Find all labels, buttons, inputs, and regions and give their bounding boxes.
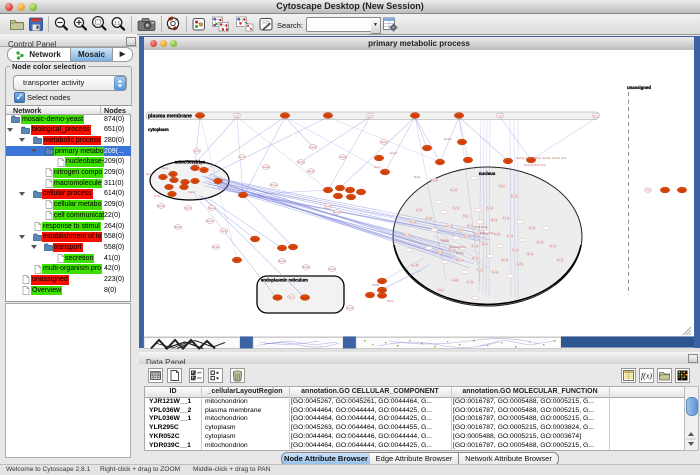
svg-text:Arp7p: Arp7p [404, 234, 411, 237]
svg-text:Rpo21: Rpo21 [450, 189, 458, 192]
svg-text:Hho1p: Hho1p [502, 217, 510, 220]
svg-text:Snf2p: Snf2p [416, 209, 423, 212]
svg-text:Rsc8p: Rsc8p [437, 251, 444, 254]
svg-text:Spt5p: Spt5p [464, 235, 471, 238]
svg-text:Sec24p, Sec23p, Sfb3p, Sec13p,: Sec24p, Sec23p, Sfb3p, Sec13p, Sec31p, E… [516, 157, 567, 160]
svg-text:Pho88: Pho88 [372, 284, 380, 287]
svg-text:Sth1p: Sth1p [487, 207, 494, 210]
svg-text:1:1: 1:1 [114, 21, 121, 26]
svg-text:Htb2p: Htb2p [491, 219, 498, 222]
svg-text:Akr1p: Akr1p [239, 156, 246, 159]
svg-text:Rtt10: Rtt10 [482, 243, 488, 246]
svg-text:Rpo21: Rpo21 [501, 259, 509, 262]
svg-text:1-s2: 1-s2 [498, 115, 503, 118]
svg-text:Spt5p: Spt5p [517, 263, 524, 266]
svg-text:Tfg1p: Tfg1p [511, 195, 518, 198]
svg-text:unassigned: unassigned [627, 85, 651, 90]
svg-text:Bet1p: Bet1p [414, 176, 421, 179]
svg-text:Sec6p: Sec6p [279, 260, 286, 263]
svg-text:Htz1p: Htz1p [467, 225, 474, 228]
svg-text:Sso2p: Sso2p [303, 266, 310, 269]
svg-text:Hfi1p: Hfi1p [463, 215, 469, 218]
svg-text:Gcn5p: Gcn5p [536, 241, 544, 244]
svg-text:Swi1p: Swi1p [494, 233, 501, 236]
svg-text:Nhp6a: Nhp6a [456, 259, 464, 262]
svg-text:Sec4p: Sec4p [298, 161, 305, 164]
svg-text:Ero1: Ero1 [289, 296, 295, 299]
svg-text:Swi1p: Swi1p [492, 271, 499, 274]
svg-text:Snf7p: Snf7p [194, 150, 201, 153]
svg-text:Htb2p: Htb2p [527, 253, 534, 256]
svg-text:Ypt7p: Ypt7p [325, 205, 332, 208]
svg-text:Rpl6a,Rpl7a: Rpl6a,Rpl7a [480, 232, 494, 235]
svg-text:Ada2p: Ada2p [452, 279, 460, 282]
svg-text:Sbh1p: Sbh1p [387, 300, 395, 303]
svg-text:f(x): f(x) [641, 372, 652, 381]
svg-text:Ssb1p: Ssb1p [175, 226, 182, 229]
svg-text:Tom7p: Tom7p [184, 207, 192, 210]
svg-text:Gcn5p: Gcn5p [466, 281, 474, 284]
svg-text:mitochondrion: mitochondrion [175, 160, 206, 165]
svg-text:Arp9p: Arp9p [472, 245, 479, 248]
svg-text:Nop1p: Nop1p [442, 240, 450, 243]
svg-text:endoplasmic reticulum: endoplasmic reticulum [261, 278, 308, 283]
svg-text:Mdm1p: Mdm1p [157, 205, 166, 208]
svg-text:Hfi1p: Hfi1p [438, 289, 444, 292]
svg-text:Atp1p: Atp1p [162, 167, 169, 170]
svg-text:Rsc8p: Rsc8p [412, 264, 419, 267]
svg-text:Ada2p: Ada2p [426, 217, 434, 220]
svg-text:Sec12: Sec12 [374, 166, 381, 169]
svg-text:Arp7p: Arp7p [446, 225, 453, 228]
svg-text:Yol1: Yol1 [646, 189, 651, 192]
svg-text:Atp2p: Atp2p [146, 173, 153, 176]
svg-text:cytoplasm: cytoplasm [148, 127, 169, 132]
svg-text:pm-a: pm-a [593, 115, 599, 118]
svg-text:Htz1p: Htz1p [557, 259, 564, 262]
svg-text:Rpl3p Rps2p: Rpl3p Rps2p [474, 226, 488, 229]
svg-text:Hta1p: Hta1p [512, 249, 519, 252]
svg-text:Arp9p: Arp9p [410, 221, 417, 224]
svg-text:Abf1p: Abf1p [529, 227, 536, 230]
svg-text:Spt7p: Spt7p [550, 245, 557, 248]
svg-text:Pma1p: Pma1p [212, 246, 220, 249]
svg-text:Vam3p: Vam3p [333, 211, 341, 214]
svg-text:Fks1p: Fks1p [308, 170, 315, 173]
svg-text:Cdc4p: Cdc4p [221, 230, 229, 233]
svg-text:Hsp7p: Hsp7p [207, 220, 215, 223]
svg-text:1-s2: 1-s2 [235, 115, 240, 118]
svg-text:plasma membrane: plasma membrane [148, 114, 192, 120]
svg-text:Vma4p: Vma4p [262, 166, 270, 169]
svg-text:Rpb2p: Rpb2p [430, 179, 438, 182]
svg-text:Rps11a Rpl16a: Rps11a Rpl16a [449, 246, 466, 249]
svg-text:Chs3p: Chs3p [340, 156, 348, 159]
svg-text:Sec1p: Sec1p [347, 307, 354, 310]
svg-text:Cox4p: Cox4p [188, 191, 196, 194]
svg-text:Sar1p Sec16p Yip3p: Sar1p Sec16p Yip3p [524, 164, 546, 167]
svg-text:Kar2p: Kar2p [381, 141, 388, 144]
svg-text:nucleus: nucleus [479, 171, 496, 176]
svg-text:Snf2p: Snf2p [507, 235, 514, 238]
svg-text:Taf1p: Taf1p [499, 185, 506, 188]
svg-text:Spt7p: Spt7p [453, 207, 460, 210]
svg-text:Qcr2p: Qcr2p [154, 195, 161, 198]
svg-text:Rtt10: Rtt10 [457, 229, 463, 232]
svg-text:Snc1p: Snc1p [329, 268, 336, 271]
svg-text:Abf1p: Abf1p [472, 257, 479, 260]
svg-text:1-s2: 1-s2 [368, 115, 373, 118]
svg-text:Tfg1p: Tfg1p [477, 269, 484, 272]
svg-text:Rho1p: Rho1p [270, 184, 278, 187]
svg-text:Sth1p: Sth1p [449, 249, 456, 252]
svg-text:Gas1p: Gas1p [309, 146, 317, 149]
svg-text:Rpl32p: Rpl32p [456, 252, 464, 255]
svg-text:Erv41p: Erv41p [444, 138, 452, 141]
svg-text:Emp47: Emp47 [390, 152, 398, 155]
svg-text:Ssa1p: Ssa1p [209, 207, 216, 210]
